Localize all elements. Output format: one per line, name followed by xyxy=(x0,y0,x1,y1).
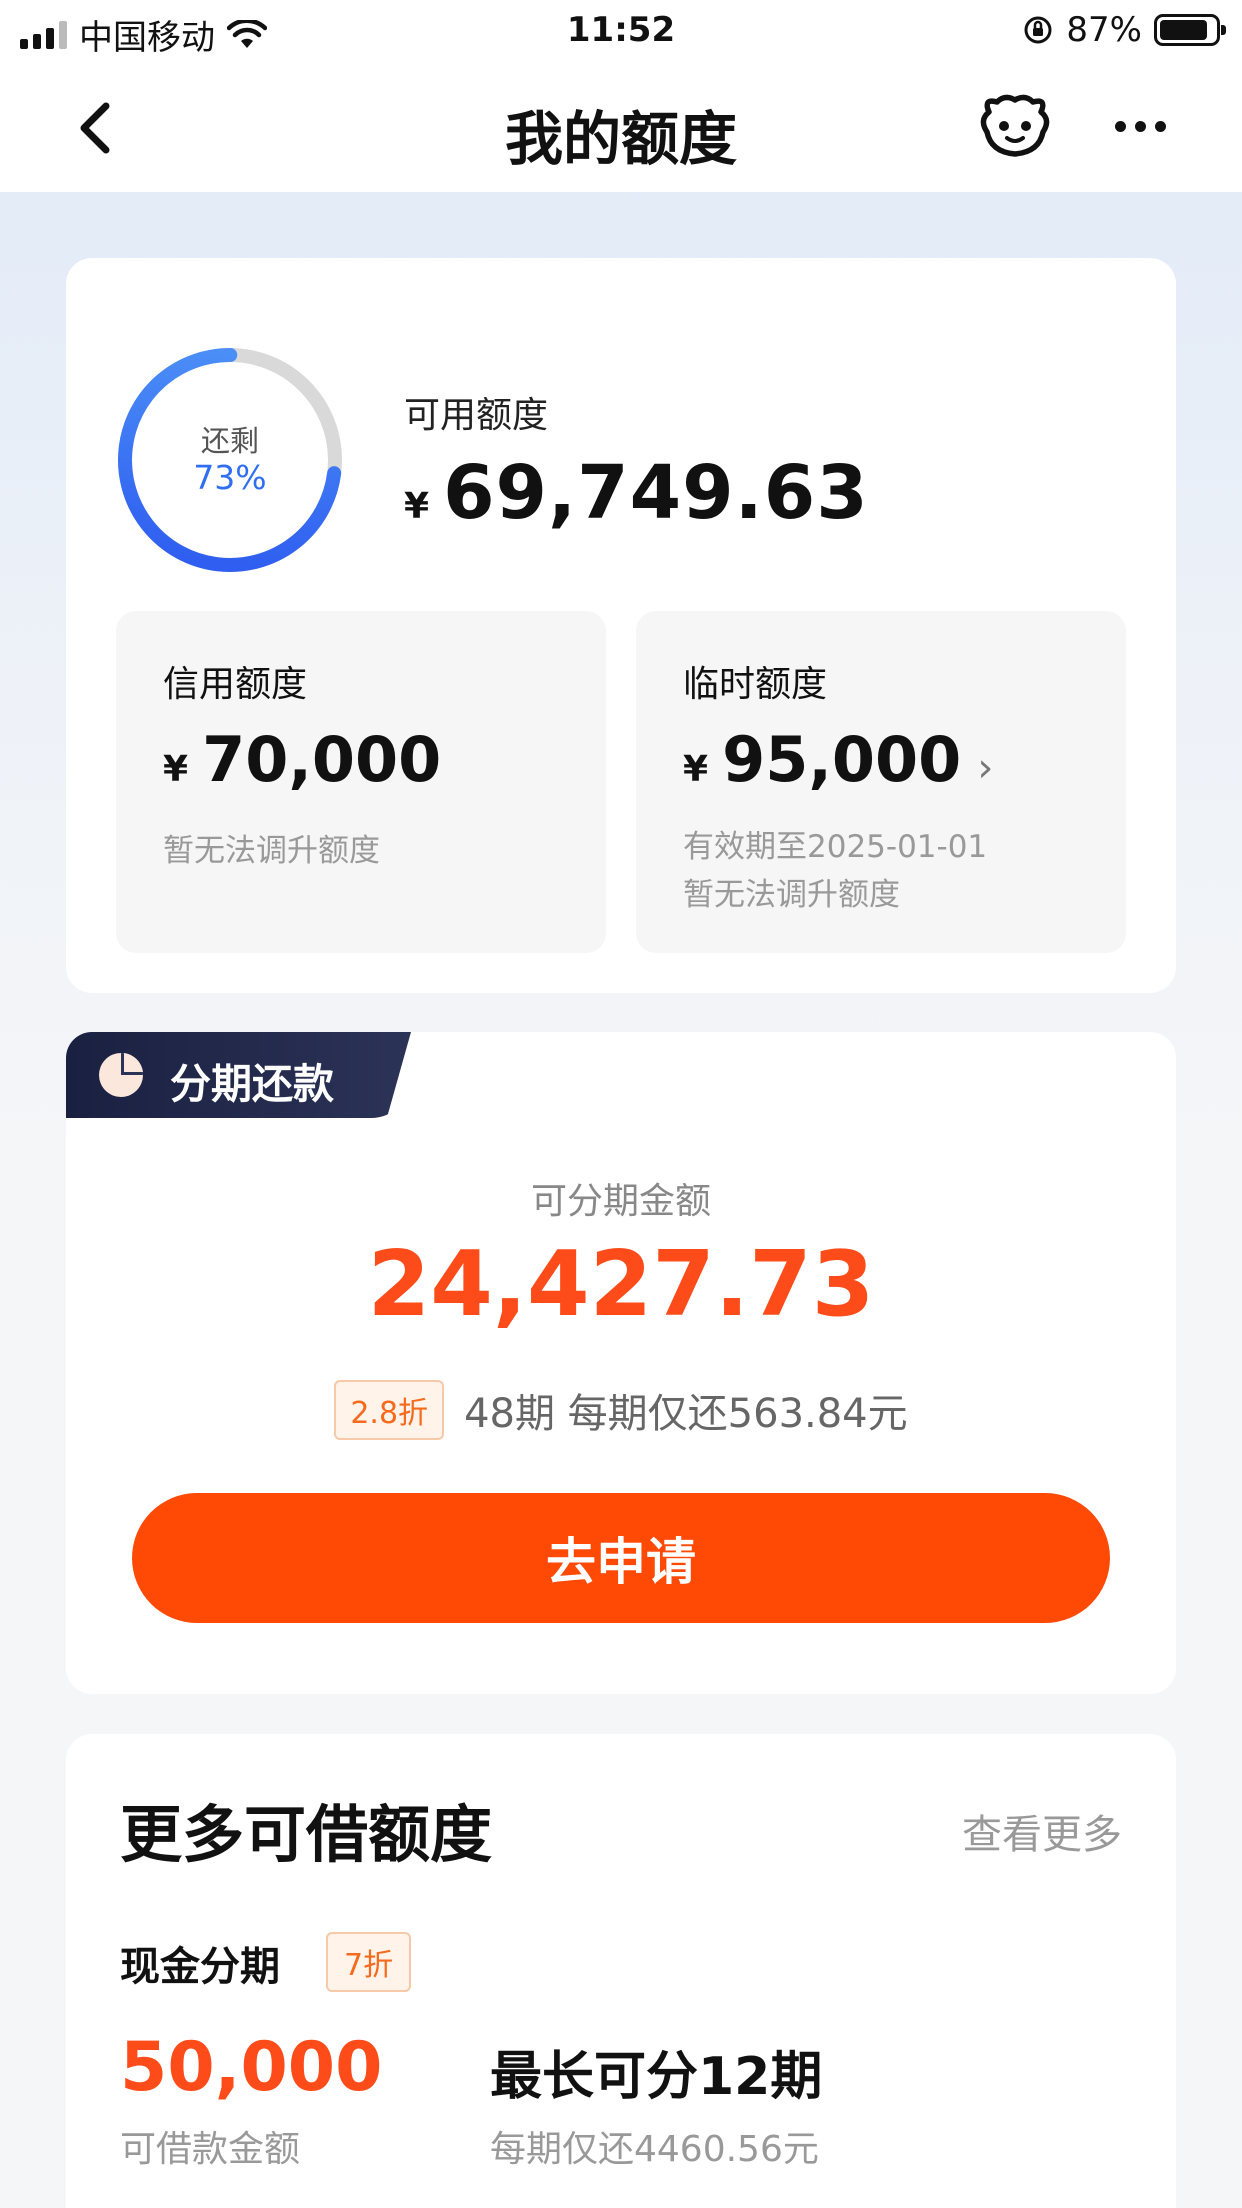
installment-label: 可分期金额 xyxy=(530,1181,711,1222)
cash-discount-badge: 7折 xyxy=(326,1932,412,1992)
ring-percent: 73% xyxy=(193,458,267,497)
pie-chart-icon xyxy=(99,1053,143,1097)
nav-bar: 我的额度 xyxy=(0,62,1242,192)
apply-button[interactable]: 去申请 xyxy=(132,1493,1110,1623)
battery-icon xyxy=(1154,14,1226,46)
cash-term: 最长可分12期 xyxy=(490,2047,823,2107)
installment-description: 48期 每期仅还563.84元 xyxy=(464,1391,908,1437)
cash-term-note: 每期仅还4460.56元 xyxy=(490,2129,819,2170)
credit-value: 70,000 xyxy=(202,723,442,796)
credit-note: 暂无法调升额度 xyxy=(163,833,380,869)
cash-installment-title: 现金分期 xyxy=(120,1944,280,1990)
discount-badge: 2.8折 xyxy=(334,1380,445,1440)
chevron-right-icon: › xyxy=(977,745,994,791)
more-quota-title: 更多可借额度 xyxy=(120,1798,493,1871)
installment-tag-label: 分期还款 xyxy=(170,1060,334,1108)
credit-amount: ¥ 70,000 xyxy=(163,723,441,796)
installment-card: 分期还款 可分期金额 24,427.73 2.8折 48期 每期仅还563.84… xyxy=(66,1032,1176,1694)
installment-tag: 分期还款 xyxy=(66,1032,411,1118)
robot-icon[interactable] xyxy=(975,92,1055,162)
more-dots-icon[interactable] xyxy=(1115,114,1175,138)
currency-symbol: ¥ xyxy=(404,486,430,527)
cash-amount: 50,000 xyxy=(120,2028,383,2107)
currency-symbol: ¥ xyxy=(163,749,189,790)
available-value: 69,749.63 xyxy=(443,450,869,536)
temporary-value: 95,000 xyxy=(722,723,962,796)
status-bar: 中国移动 11:52 87% xyxy=(0,0,1242,62)
page-title: 我的额度 xyxy=(504,105,737,173)
quota-card: 还剩 73% 可用额度 ¥ 69,749.63 信用额度 ¥ 70,000 暂无… xyxy=(66,258,1176,993)
credit-title: 信用额度 xyxy=(163,664,308,705)
temporary-amount: ¥ 95,000 › xyxy=(683,723,993,796)
view-more-link[interactable]: 查看更多 xyxy=(962,1802,1122,1860)
ring-label: 还剩 xyxy=(200,424,259,458)
currency-symbol: ¥ xyxy=(683,749,709,790)
battery-level-fill xyxy=(1160,20,1207,40)
available-amount: ¥ 69,749.63 xyxy=(404,450,869,536)
credit-quota-box: 信用额度 ¥ 70,000 暂无法调升额度 xyxy=(116,611,606,953)
orientation-lock-icon xyxy=(1024,16,1052,44)
installment-amount: 24,427.73 xyxy=(367,1232,875,1337)
status-right: 87% xyxy=(1022,10,1226,50)
temporary-quota-box[interactable]: 临时额度 ¥ 95,000 › 有效期至2025-01-01 暂无法调升额度 xyxy=(636,611,1126,953)
temporary-title: 临时额度 xyxy=(683,664,828,705)
temporary-validity: 有效期至2025-01-01 xyxy=(683,829,988,865)
available-label: 可用额度 xyxy=(404,395,549,436)
cash-amount-label: 可借款金额 xyxy=(120,2129,301,2170)
more-quota-card: 更多可借额度 查看更多 现金分期 7折 50,000 可借款金额 最长可分12期… xyxy=(66,1734,1176,2208)
installment-terms: 2.8折 48期 每期仅还563.84元 xyxy=(66,1380,1176,1440)
temporary-note: 暂无法调升额度 xyxy=(683,877,900,913)
battery-percent: 87% xyxy=(1066,10,1142,50)
